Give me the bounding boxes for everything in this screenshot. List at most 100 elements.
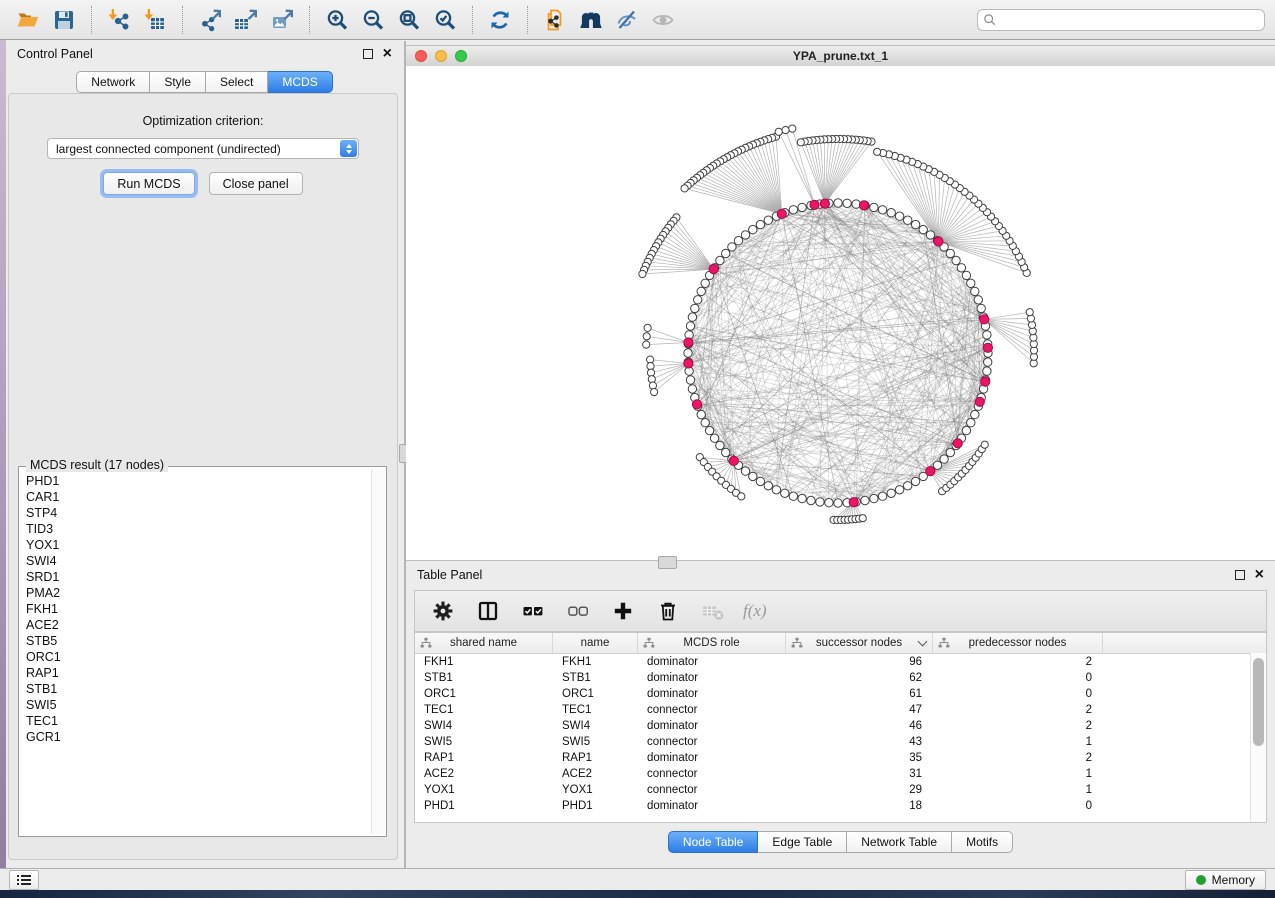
- import-table-icon: [143, 8, 167, 32]
- table-row[interactable]: FKH1FKH1dominator962: [415, 654, 1266, 670]
- list-item[interactable]: PHD1: [26, 473, 370, 489]
- table-row[interactable]: ORC1ORC1dominator610: [415, 686, 1266, 702]
- export-table-button[interactable]: [231, 5, 261, 35]
- close-panel-icon[interactable]: ×: [383, 48, 392, 60]
- cell-mcds_role: dominator: [638, 656, 786, 668]
- column-label: successor nodes: [816, 637, 902, 649]
- zoom-fit-button[interactable]: [394, 5, 424, 35]
- list-item[interactable]: SRD1: [26, 569, 370, 585]
- export-image-button[interactable]: [267, 5, 297, 35]
- network-graph[interactable]: [406, 66, 1275, 560]
- task-history-button[interactable]: [9, 870, 39, 890]
- add-row-button[interactable]: [608, 596, 638, 626]
- network-window-titlebar[interactable]: YPA_prune.txt_1: [406, 45, 1275, 67]
- column-label: shared name: [450, 637, 517, 649]
- settings-gear-button[interactable]: [428, 596, 458, 626]
- table-row[interactable]: STB1STB1dominator620: [415, 670, 1266, 686]
- list-item[interactable]: STB1: [26, 681, 370, 697]
- list-item[interactable]: SWI4: [26, 553, 370, 569]
- tab-network-table[interactable]: Network Table: [847, 831, 952, 853]
- result-list-scrollbar[interactable]: [371, 469, 384, 834]
- table-scrollbar-thumb[interactable]: [1253, 658, 1264, 746]
- table-scrollbar[interactable]: [1250, 653, 1266, 822]
- find-binoculars-button[interactable]: [576, 5, 606, 35]
- list-item[interactable]: ORC1: [26, 649, 370, 665]
- cell-mcds_role: dominator: [638, 672, 786, 684]
- list-item[interactable]: ACE2: [26, 617, 370, 633]
- close-table-panel-icon[interactable]: ×: [1255, 569, 1264, 581]
- list-item[interactable]: GCR1: [26, 729, 370, 745]
- float-panel-icon[interactable]: [363, 49, 373, 59]
- list-item[interactable]: STB5: [26, 633, 370, 649]
- cell-name: RAP1: [553, 752, 638, 764]
- tab-mcds[interactable]: MCDS: [268, 71, 332, 93]
- cell-shared_name: ORC1: [415, 688, 553, 700]
- list-item[interactable]: TID3: [26, 521, 370, 537]
- cell-successor_nodes: 61: [786, 688, 933, 700]
- run-mcds-button[interactable]: Run MCDS: [103, 172, 194, 195]
- list-item[interactable]: SWI5: [26, 697, 370, 713]
- column-header-predecessor-nodes[interactable]: predecessor nodes: [933, 633, 1103, 653]
- cell-predecessor_nodes: 0: [933, 672, 1103, 684]
- cell-name: ORC1: [553, 688, 638, 700]
- zoom-out-button[interactable]: [358, 5, 388, 35]
- zoom-in-button[interactable]: [322, 5, 352, 35]
- show-details-button[interactable]: [648, 5, 678, 35]
- import-table-button[interactable]: [140, 5, 170, 35]
- import-network-button[interactable]: [104, 5, 134, 35]
- network-canvas[interactable]: [406, 66, 1275, 561]
- table-row[interactable]: SWI4SWI4dominator462: [415, 718, 1266, 734]
- delete-row-button[interactable]: [653, 596, 683, 626]
- table-row[interactable]: RAP1RAP1dominator352: [415, 750, 1266, 766]
- tab-node-table[interactable]: Node Table: [668, 831, 759, 853]
- list-item[interactable]: TEC1: [26, 713, 370, 729]
- list-item[interactable]: FKH1: [26, 601, 370, 617]
- table-row[interactable]: SWI5SWI5connector431: [415, 734, 1266, 750]
- float-table-panel-icon[interactable]: [1235, 570, 1245, 580]
- save-button[interactable]: [49, 5, 79, 35]
- zoom-selected-button[interactable]: [430, 5, 460, 35]
- tab-select[interactable]: Select: [206, 71, 268, 93]
- column-header-MCDS-role[interactable]: MCDS role: [638, 633, 786, 653]
- tab-motifs[interactable]: Motifs: [952, 831, 1013, 853]
- cell-mcds_role: dominator: [638, 800, 786, 812]
- maximize-window-icon[interactable]: [455, 50, 467, 62]
- list-item[interactable]: RAP1: [26, 665, 370, 681]
- memory-button[interactable]: Memory: [1185, 870, 1266, 890]
- cell-name: STB1: [553, 672, 638, 684]
- search-input[interactable]: [977, 9, 1265, 31]
- list-item[interactable]: STP4: [26, 505, 370, 521]
- list-item[interactable]: CAR1: [26, 489, 370, 505]
- list-item[interactable]: YOX1: [26, 537, 370, 553]
- list-item[interactable]: PMA2: [26, 585, 370, 601]
- dropdown-stepper-icon[interactable]: [340, 140, 357, 157]
- export-network-button[interactable]: [195, 5, 225, 35]
- table-row[interactable]: YOX1YOX1connector291: [415, 782, 1266, 798]
- optimization-criterion-select[interactable]: largest connected component (undirected): [47, 138, 359, 159]
- hide-details-button[interactable]: [612, 5, 642, 35]
- column-header-name[interactable]: name: [553, 633, 638, 653]
- duplicate-network-button[interactable]: [540, 5, 570, 35]
- tab-edge-table[interactable]: Edge Table: [758, 831, 847, 853]
- table-row[interactable]: PHD1PHD1dominator180: [415, 798, 1266, 814]
- minimize-window-icon[interactable]: [435, 50, 447, 62]
- attribute-tree-icon: [643, 637, 655, 649]
- open-folder-button[interactable]: [13, 5, 43, 35]
- deselect-all-button[interactable]: [563, 596, 593, 626]
- function-builder-button[interactable]: f(x): [743, 601, 767, 621]
- delete-table-button[interactable]: [698, 596, 728, 626]
- tab-style[interactable]: Style: [150, 71, 206, 93]
- table-row[interactable]: ACE2ACE2connector311: [415, 766, 1266, 782]
- column-header-successor-nodes[interactable]: successor nodes: [786, 633, 933, 653]
- select-all-button[interactable]: [518, 596, 548, 626]
- cell-name: YOX1: [553, 784, 638, 796]
- table-row[interactable]: TEC1TEC1connector472: [415, 702, 1266, 718]
- refresh-button[interactable]: [485, 5, 515, 35]
- cell-predecessor_nodes: 0: [933, 688, 1103, 700]
- close-window-icon[interactable]: [415, 50, 427, 62]
- tab-network[interactable]: Network: [76, 71, 150, 93]
- column-header-shared-name[interactable]: shared name: [415, 633, 553, 653]
- columns-button[interactable]: [473, 596, 503, 626]
- close-panel-button[interactable]: Close panel: [209, 172, 303, 195]
- search-text-field[interactable]: [997, 12, 1259, 28]
